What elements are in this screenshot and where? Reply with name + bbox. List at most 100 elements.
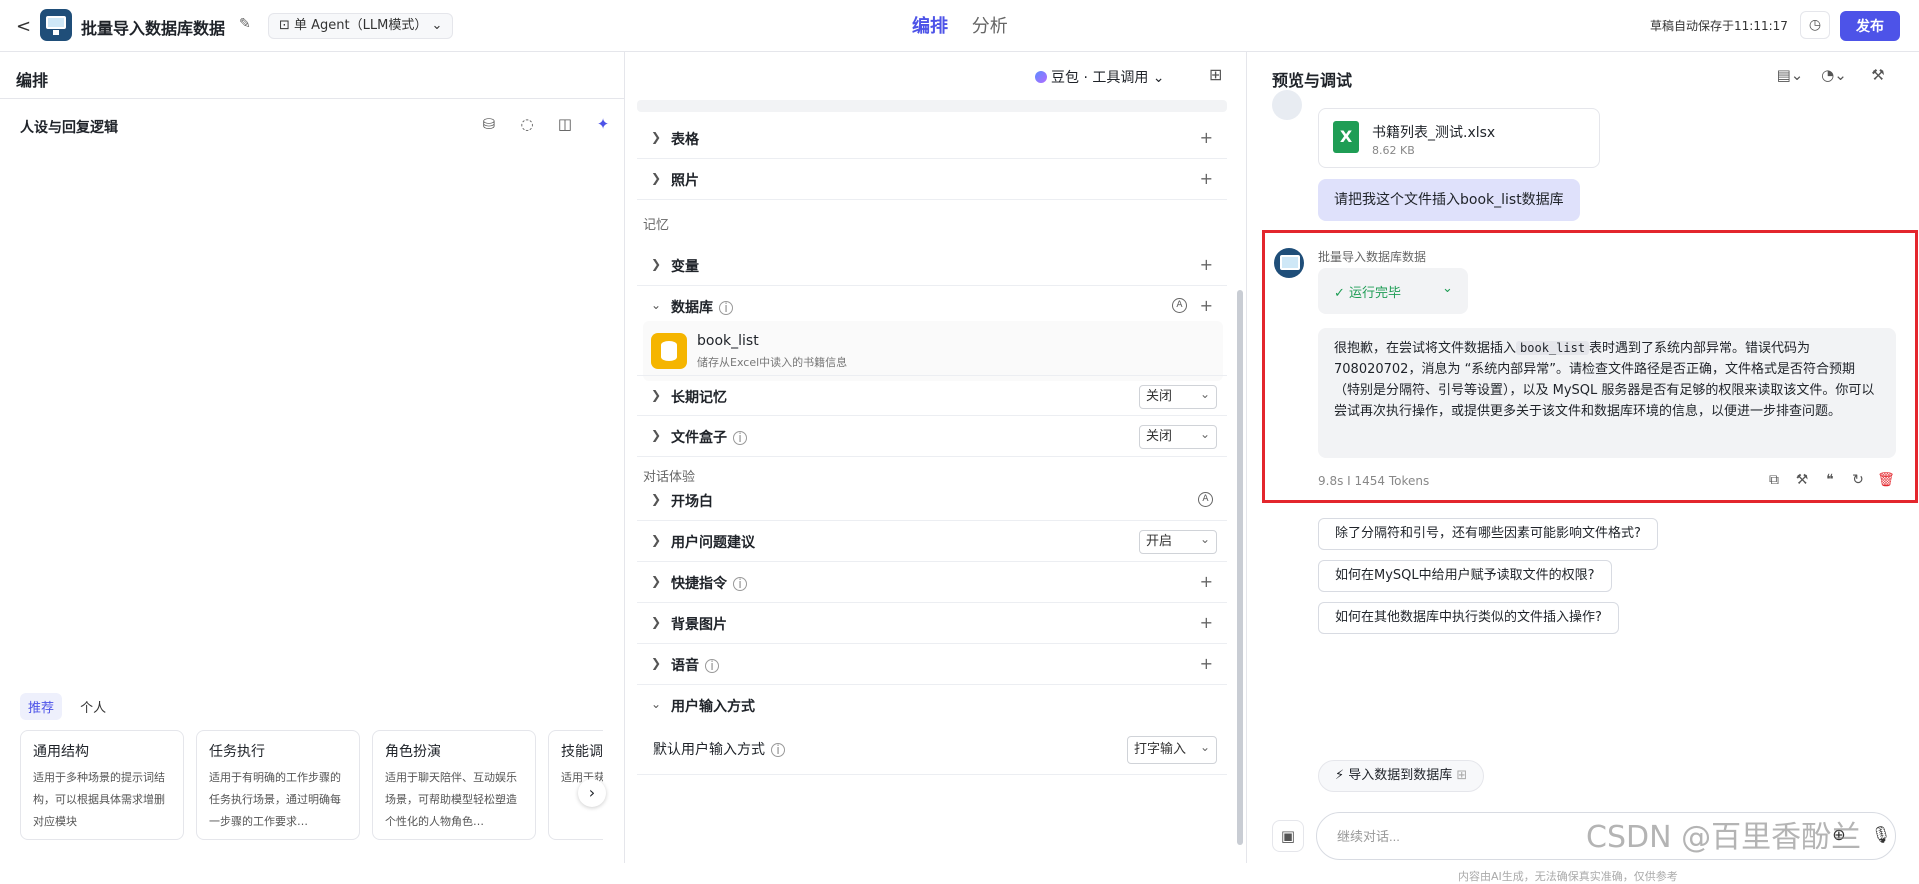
row-table[interactable]: ❯ 表格 + (637, 118, 1227, 159)
default-input-select[interactable]: 打字输入 (1127, 734, 1217, 764)
file-box-label: 文件盒子 (671, 430, 727, 446)
app-avatar (40, 9, 72, 41)
template-card[interactable]: 通用结构 适用于多种场景的提示词结构，可以根据具体需求增删对应模块 (20, 730, 184, 840)
chevron-right-icon: ❯ (651, 492, 662, 506)
bulb-icon[interactable]: ◌ (508, 115, 546, 133)
publish-button[interactable]: 发布 (1840, 11, 1900, 41)
chevron-right-icon[interactable]: › (578, 779, 606, 807)
shortcut-chip[interactable]: ⚡ 导入数据到数据库 ⊞ (1318, 760, 1485, 792)
prompt-library-icon[interactable]: ⛁ (470, 115, 508, 133)
plus-icon[interactable]: + (1200, 128, 1213, 147)
card-desc: 适用于多种场景的提示词结构，可以根据具体需求增删对应模块 (33, 771, 165, 828)
info-icon[interactable]: i (733, 577, 747, 591)
info-icon[interactable]: i (771, 743, 785, 757)
chevron-right-icon: ❯ (651, 171, 662, 185)
toolbox-button[interactable]: ▣ (1272, 820, 1304, 852)
mode-selector[interactable]: ⊡ 单 Agent（LLM模式） ⌄ (268, 13, 454, 39)
info-icon[interactable]: i (719, 301, 733, 315)
row-bg-image[interactable]: ❯ 背景图片 + (637, 603, 1227, 644)
tab-orchestration[interactable]: 编排 (912, 12, 948, 38)
plus-icon[interactable]: + (1200, 572, 1213, 591)
row-shortcut[interactable]: ❯ 快捷指令 i + (637, 562, 1227, 603)
delete-icon[interactable]: 🗑 (1872, 472, 1900, 488)
plus-icon[interactable]: + (1200, 169, 1213, 188)
info-icon[interactable]: i (705, 659, 719, 673)
preview-toolbar: ▤⌄ ◔⌄ ⚒ (1768, 66, 1900, 84)
long-memory-select[interactable]: 关闭 (1139, 383, 1217, 409)
bot-avatar (1274, 248, 1304, 278)
persona-title: 人设与回复逻辑 (20, 120, 118, 136)
row-variable[interactable]: ❯ 变量 + (637, 245, 1227, 286)
tab-analysis[interactable]: 分析 (972, 12, 1008, 38)
wrench-icon[interactable]: ⚒ (1788, 472, 1816, 488)
section-header: 编排 (0, 52, 625, 99)
row-file-box[interactable]: ❯ 文件盒子 i 关闭 (637, 416, 1227, 457)
database-label: 数据库 (671, 300, 713, 316)
chevron-down-icon: ⌄ (651, 697, 662, 711)
file-size: 8.62 KB (1372, 144, 1415, 157)
row-label: 用户输入方式 (671, 699, 755, 715)
row-default-input: 默认用户输入方式 i 打字输入 (637, 725, 1227, 775)
suggestion-chip[interactable]: 如何在其他数据库中执行类似的文件插入操作? (1318, 602, 1619, 634)
grid-icon[interactable]: ⊞ (1209, 65, 1222, 84)
file-box-select[interactable]: 关闭 (1139, 423, 1217, 449)
group-memory: 记忆 (643, 218, 670, 233)
optimize-icon[interactable]: ✦ (584, 115, 622, 133)
plus-icon[interactable]: + (1200, 654, 1213, 673)
model-config-icon[interactable]: ◔⌄ (1812, 66, 1856, 84)
row-opening[interactable]: ❯ 开场白 A (637, 480, 1227, 521)
template-card[interactable]: 角色扮演 适用于聊天陪伴、互动娱乐场景，可帮助模型轻松塑造个性化的人物角色… (372, 730, 536, 840)
tab-recommended[interactable]: 推荐 (20, 693, 63, 720)
history-icon: ◷ (1808, 17, 1822, 33)
auto-icon[interactable]: A (1198, 492, 1213, 507)
card-title: 通用结构 (33, 744, 89, 760)
auto-icon[interactable]: A (1172, 298, 1187, 313)
edit-icon[interactable]: ✎ (239, 16, 251, 32)
suggestion-select[interactable]: 开启 (1139, 528, 1217, 554)
wrench-icon[interactable]: ⚒ (1856, 66, 1900, 84)
debug-icon[interactable]: ▤⌄ (1768, 66, 1812, 84)
quote-icon[interactable]: ❝ (1816, 472, 1844, 488)
row-voice[interactable]: ❯ 语音 i + (637, 644, 1227, 685)
bot-name: 批量导入数据库数据 (1318, 250, 1427, 264)
row-input-mode[interactable]: ⌄ 用户输入方式 (637, 685, 1227, 726)
suggestion-chip[interactable]: 如何在MySQL中给用户赋予读取文件的权限? (1318, 560, 1612, 592)
plus-icon[interactable]: + (1200, 255, 1213, 274)
tab-personal[interactable]: 个人 (72, 693, 114, 720)
run-status[interactable]: ✓ 运行完毕 ⌄ (1318, 268, 1468, 314)
plus-icon[interactable]: + (1200, 296, 1213, 315)
watermark: CSDN @百里香酚兰 (1586, 820, 1862, 855)
copy-icon[interactable]: ⧉ (1760, 472, 1788, 488)
avatar (1272, 90, 1302, 120)
row-photo[interactable]: ❯ 照片 + (637, 159, 1227, 200)
shortcut-label: 导入数据到数据库 (1348, 768, 1453, 783)
template-card[interactable]: 任务执行 适用于有明确的工作步骤的任务执行场景，通过明确每一步骤的工作要求… (196, 730, 360, 840)
row-label: 默认用户输入方式 i (653, 739, 785, 759)
row-label: 数据库 i (671, 297, 733, 317)
model-selector[interactable]: 豆包 · 工具调用 ⌄ (1035, 67, 1165, 87)
grid-icon: ⊞ (1452, 768, 1468, 783)
card-title: 技能调 (561, 744, 603, 760)
row-suggestion[interactable]: ❯ 用户问题建议 开启 (637, 521, 1227, 562)
card-title: 任务执行 (209, 744, 265, 760)
user-message: 请把我这个文件插入book_list数据库 (1318, 179, 1580, 221)
file-name: 书籍列表_测试.xlsx (1372, 125, 1496, 141)
microphone-icon[interactable]: 🎙 (1860, 825, 1902, 844)
back-icon[interactable]: < (16, 16, 31, 37)
compare-icon[interactable]: ◫ (546, 115, 584, 133)
history-button[interactable]: ◷ (1800, 11, 1830, 39)
row-label: 用户问题建议 (671, 535, 755, 551)
model-logo-icon (1035, 71, 1047, 83)
refresh-icon[interactable]: ↻ (1844, 472, 1872, 488)
database-item[interactable]: book_list 储存从Excel中读入的书籍信息 (643, 321, 1223, 381)
disclaimer: 内容由AI生成，无法确保真实准确，仅供参考 (1458, 870, 1678, 883)
plus-icon[interactable]: + (1200, 613, 1213, 632)
info-icon[interactable]: i (733, 431, 747, 445)
excel-file-icon: X (1333, 121, 1359, 153)
scrollbar[interactable] (1237, 290, 1243, 845)
row-label: 照片 (671, 173, 699, 189)
suggestion-chip[interactable]: 除了分隔符和引号，还有哪些因素可能影响文件格式? (1318, 518, 1658, 550)
file-attachment[interactable]: X 书籍列表_测试.xlsx 8.62 KB (1318, 108, 1600, 168)
status-text: 运行完毕 (1349, 286, 1402, 301)
row-long-memory[interactable]: ❯ 长期记忆 关闭 (637, 375, 1227, 416)
